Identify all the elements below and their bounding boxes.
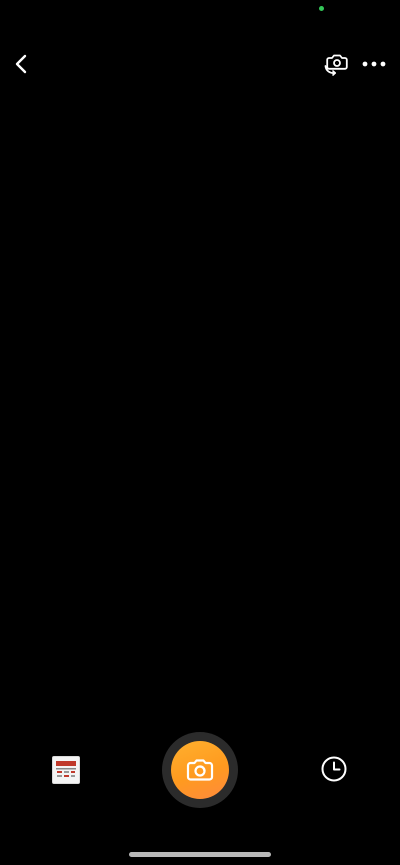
shutter-core <box>171 741 229 799</box>
history-button[interactable] <box>319 754 349 784</box>
camera-icon <box>186 759 214 781</box>
switch-camera-button[interactable] <box>322 50 352 78</box>
chevron-left-icon <box>15 54 27 74</box>
gallery-thumbnail-button[interactable] <box>52 756 80 784</box>
camera-viewfinder[interactable] <box>0 90 400 720</box>
home-indicator[interactable] <box>129 852 271 857</box>
shutter-button[interactable] <box>162 732 238 808</box>
more-horizontal-icon <box>362 61 386 67</box>
gallery-thumbnail <box>53 757 79 783</box>
back-button[interactable] <box>8 50 36 78</box>
more-options-button[interactable] <box>360 50 388 78</box>
camera-controls <box>0 725 400 815</box>
clock-icon <box>321 756 347 782</box>
top-bar <box>0 40 400 88</box>
camera-switch-icon <box>324 54 348 76</box>
privacy-indicator-dot <box>319 6 324 11</box>
